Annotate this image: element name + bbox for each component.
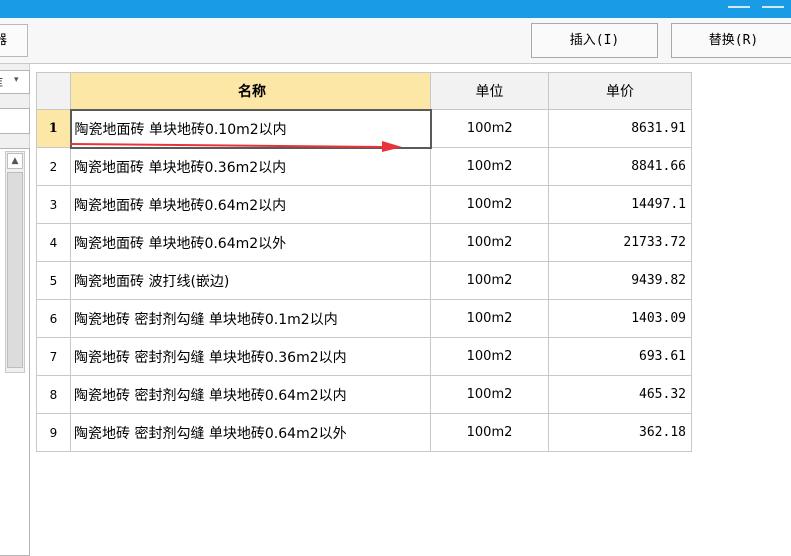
- left-pane: 库 ▾ ▲: [0, 64, 30, 556]
- table-header-row: 名称 单位 单价: [36, 72, 692, 110]
- row-price[interactable]: 693.61: [548, 337, 692, 376]
- header-price[interactable]: 单价: [548, 72, 692, 110]
- close-icon[interactable]: [762, 0, 784, 8]
- table-row[interactable]: 3 陶瓷地面砖 单块地砖0.64m2以内 100m2 14497.1: [36, 185, 692, 224]
- row-name[interactable]: 陶瓷地砖 密封剂勾缝 单块地砖0.64m2以内: [70, 375, 431, 414]
- row-name[interactable]: 陶瓷地砖 密封剂勾缝 单块地砖0.36m2以内: [70, 337, 431, 376]
- header-name[interactable]: 名称: [70, 72, 431, 110]
- minimize-icon[interactable]: [728, 0, 750, 8]
- row-unit[interactable]: 100m2: [430, 147, 549, 186]
- row-index: 4: [36, 223, 71, 262]
- quota-table: 名称 单位 单价 1 陶瓷地面砖 单块地砖0.10m2以内 100m2 8631…: [36, 72, 692, 452]
- header-unit[interactable]: 单位: [430, 72, 549, 110]
- row-unit[interactable]: 100m2: [430, 337, 549, 376]
- insert-button[interactable]: 插入(I): [531, 23, 658, 58]
- row-unit[interactable]: 100m2: [430, 223, 549, 262]
- row-unit[interactable]: 100m2: [430, 185, 549, 224]
- row-unit[interactable]: 100m2: [430, 413, 549, 452]
- row-index: 9: [36, 413, 71, 452]
- replace-button[interactable]: 替换(R): [671, 23, 791, 58]
- row-name[interactable]: 陶瓷地面砖 波打线(嵌边): [70, 261, 431, 300]
- scroll-thumb[interactable]: [7, 172, 23, 368]
- row-price[interactable]: 1403.09: [548, 299, 692, 338]
- row-price[interactable]: 21733.72: [548, 223, 692, 262]
- row-unit[interactable]: 100m2: [430, 109, 549, 148]
- row-name[interactable]: 陶瓷地砖 密封剂勾缝 单块地砖0.64m2以外: [70, 413, 431, 452]
- search-input[interactable]: [0, 108, 30, 134]
- vertical-scrollbar[interactable]: ▲: [5, 151, 25, 373]
- title-bar: [0, 0, 791, 18]
- library-combo[interactable]: 库 ▾: [0, 70, 30, 94]
- library-combo-text: 库: [0, 74, 3, 91]
- row-index: 8: [36, 375, 71, 414]
- table-row[interactable]: 1 陶瓷地面砖 单块地砖0.10m2以内 100m2 8631.91: [36, 108, 692, 149]
- row-name[interactable]: 陶瓷地面砖 单块地砖0.10m2以内: [69, 108, 432, 149]
- tree-view[interactable]: ▲: [0, 148, 30, 556]
- row-price[interactable]: 8631.91: [548, 109, 692, 148]
- row-unit[interactable]: 100m2: [430, 299, 549, 338]
- row-index: 3: [36, 185, 71, 224]
- row-unit[interactable]: 100m2: [430, 261, 549, 300]
- table-row[interactable]: 4 陶瓷地面砖 单块地砖0.64m2以外 100m2 21733.72: [36, 223, 692, 262]
- row-index: 7: [36, 337, 71, 376]
- scroll-up-icon[interactable]: ▲: [7, 153, 23, 169]
- row-index: 5: [36, 261, 71, 300]
- table-row[interactable]: 8 陶瓷地砖 密封剂勾缝 单块地砖0.64m2以内 100m2 465.32: [36, 375, 692, 414]
- table-row[interactable]: 2 陶瓷地面砖 单块地砖0.36m2以内 100m2 8841.66: [36, 147, 692, 186]
- table-row[interactable]: 7 陶瓷地砖 密封剂勾缝 单块地砖0.36m2以内 100m2 693.61: [36, 337, 692, 376]
- header-index: [36, 72, 71, 110]
- row-price[interactable]: 465.32: [548, 375, 692, 414]
- toolbar-left-label: 器: [0, 25, 7, 56]
- row-index: 6: [36, 299, 71, 338]
- row-index: 2: [36, 147, 71, 186]
- chevron-down-icon[interactable]: ▾: [14, 75, 19, 85]
- table-row[interactable]: 5 陶瓷地面砖 波打线(嵌边) 100m2 9439.82: [36, 261, 692, 300]
- table-row[interactable]: 6 陶瓷地砖 密封剂勾缝 单块地砖0.1m2以内 100m2 1403.09: [36, 299, 692, 338]
- row-price[interactable]: 14497.1: [548, 185, 692, 224]
- row-price[interactable]: 362.18: [548, 413, 692, 452]
- row-unit[interactable]: 100m2: [430, 375, 549, 414]
- row-price[interactable]: 9439.82: [548, 261, 692, 300]
- row-name[interactable]: 陶瓷地面砖 单块地砖0.64m2以内: [70, 185, 431, 224]
- toolbar: 器 插入(I) 替换(R): [0, 18, 791, 64]
- row-name[interactable]: 陶瓷地面砖 单块地砖0.36m2以内: [70, 147, 431, 186]
- toolbar-left-field[interactable]: 器: [0, 24, 28, 57]
- table-row[interactable]: 9 陶瓷地砖 密封剂勾缝 单块地砖0.64m2以外 100m2 362.18: [36, 413, 692, 452]
- row-name[interactable]: 陶瓷地砖 密封剂勾缝 单块地砖0.1m2以内: [70, 299, 431, 338]
- row-price[interactable]: 8841.66: [548, 147, 692, 186]
- row-name[interactable]: 陶瓷地面砖 单块地砖0.64m2以外: [70, 223, 431, 262]
- row-index: 1: [36, 109, 71, 148]
